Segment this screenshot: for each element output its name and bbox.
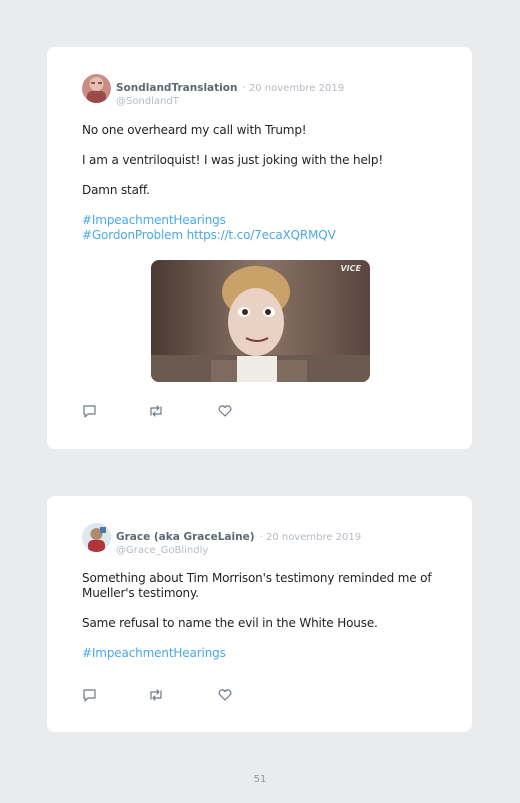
tweet-paragraph: I am a ventriloquist! I was just joking …	[82, 153, 383, 167]
heart-icon[interactable]	[217, 404, 233, 418]
tweet-header: SondlandTranslation · 20 novembre 2019 @…	[116, 76, 344, 107]
retweet-icon[interactable]	[148, 688, 164, 702]
tweet-text: No one overheard my call with Trump! I a…	[82, 123, 444, 243]
tweet-card: Grace (aka GraceLaine) · 20 novembre 201…	[47, 496, 472, 732]
tweet-card: SondlandTranslation · 20 novembre 2019 @…	[47, 47, 472, 449]
retweet-icon[interactable]	[148, 404, 164, 418]
hashtag-block: #ImpeachmentHearings #GordonProblem http…	[82, 213, 444, 243]
tweet-paragraph: Same refusal to name the evil in the Whi…	[82, 616, 378, 630]
tweet-paragraph: No one overheard my call with Trump!	[82, 123, 307, 137]
avatar[interactable]	[82, 523, 111, 552]
tweet-paragraph: Something about Tim Morrison's testimony…	[82, 571, 432, 600]
page-number: 51	[253, 774, 267, 785]
tweet-date[interactable]: · 20 novembre 2019	[243, 83, 345, 94]
author-name[interactable]: SondlandTranslation	[116, 82, 237, 94]
hashtag-block: #ImpeachmentHearings	[82, 646, 444, 661]
hashtag-link[interactable]: #ImpeachmentHearings	[82, 646, 444, 661]
hashtag-link[interactable]: #GordonProblem https://t.co/7ecaXQRMQV	[82, 228, 444, 243]
reply-icon[interactable]	[82, 688, 98, 702]
tweet-paragraph: Damn staff.	[82, 183, 150, 197]
tweet-text: Something about Tim Morrison's testimony…	[82, 571, 444, 661]
heart-icon[interactable]	[217, 688, 233, 702]
hashtag-link[interactable]: #ImpeachmentHearings	[82, 213, 444, 228]
author-handle[interactable]: @Grace_GoBlindly	[116, 545, 361, 556]
tweet-date[interactable]: · 20 novembre 2019	[260, 532, 362, 543]
reply-icon[interactable]	[82, 404, 98, 418]
tweet-media-image[interactable]: VICE	[151, 260, 370, 382]
author-handle[interactable]: @SondlandT	[116, 96, 344, 107]
media-watermark: VICE	[340, 264, 361, 273]
avatar[interactable]	[82, 74, 111, 103]
author-name[interactable]: Grace (aka GraceLaine)	[116, 531, 255, 543]
tweet-header: Grace (aka GraceLaine) · 20 novembre 201…	[116, 525, 361, 556]
